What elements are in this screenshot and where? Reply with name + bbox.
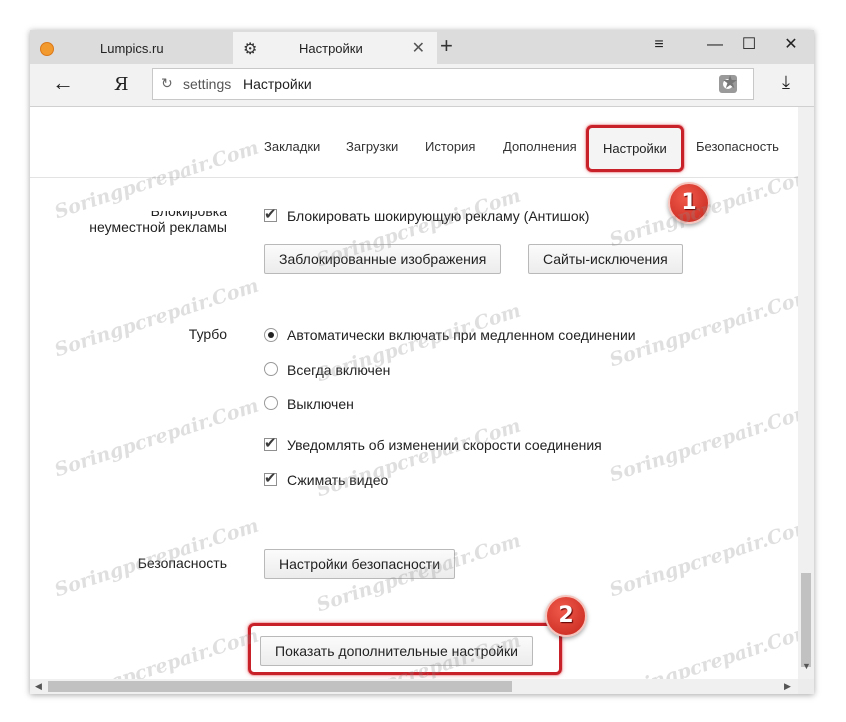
- watermark: Soringpcrepair.Com: [51, 274, 262, 362]
- ads-block-label-line2: неуместной рекламы: [89, 219, 227, 235]
- gear-icon: ⚙: [243, 41, 258, 58]
- tab-title: Lumpics.ru: [100, 41, 164, 56]
- scroll-right-arrow-icon[interactable]: ▶: [784, 681, 791, 692]
- minimize-button[interactable]: —: [702, 34, 728, 56]
- antishock-label: Блокировать шокирующую рекламу (Антишок): [287, 208, 590, 224]
- scroll-down-arrow-icon[interactable]: ▼: [802, 661, 811, 671]
- security-label: Безопасность: [137, 555, 227, 571]
- turbo-always-radio[interactable]: [264, 362, 278, 376]
- compress-video-label: Сжимать видео: [287, 472, 389, 488]
- show-advanced-settings-button[interactable]: Показать дополнительные настройки: [260, 636, 533, 666]
- compress-video-checkbox[interactable]: [264, 469, 277, 487]
- turbo-always-label: Всегда включен: [287, 362, 391, 378]
- tab-security[interactable]: Безопасность: [696, 139, 779, 154]
- tab-settings[interactable]: ⚙ Настройки ✕: [233, 32, 437, 64]
- tab-bookmarks[interactable]: Закладки: [264, 139, 320, 154]
- address-bar[interactable]: ↻ settings Настройки: [152, 68, 754, 100]
- turbo-off-label: Выключен: [287, 396, 354, 412]
- tab-bar: Lumpics.ru ⚙ Настройки ✕ + ≡ — ☐ ✕: [30, 30, 814, 64]
- settings-page: Закладки Загрузки История Дополнения Нас…: [30, 107, 798, 679]
- watermark: Soringpcrepair.Com: [51, 394, 262, 482]
- settings-tabs: Закладки Загрузки История Дополнения Нас…: [30, 107, 798, 178]
- horizontal-scrollbar[interactable]: ◀ ▶: [30, 679, 798, 694]
- watermark: Soringpcrepair.Com: [606, 619, 798, 679]
- download-icon[interactable]: ⤓: [782, 72, 790, 93]
- vertical-scrollbar[interactable]: ▼: [798, 107, 814, 679]
- back-arrow-icon[interactable]: ←: [52, 70, 74, 96]
- close-tab-icon[interactable]: ✕: [412, 38, 425, 58]
- tab-history[interactable]: История: [425, 139, 475, 154]
- navigation-bar: ← Я ↻ settings Настройки ★ ⤓: [30, 64, 814, 107]
- bookmark-star-icon[interactable]: ★: [722, 72, 738, 93]
- vertical-scroll-thumb[interactable]: [801, 573, 811, 667]
- turbo-label: Турбо: [188, 326, 227, 342]
- turbo-auto-label: Автоматически включать при медленном сое…: [287, 327, 636, 343]
- step-badge-2: 2: [545, 595, 587, 637]
- tab-extensions[interactable]: Дополнения: [503, 139, 577, 154]
- orange-favicon-icon: [40, 42, 54, 56]
- browser-window: Lumpics.ru ⚙ Настройки ✕ + ≡ — ☐ ✕ ← Я ↻…: [30, 30, 814, 694]
- tab-title: Настройки: [299, 41, 363, 56]
- watermark: Soringpcrepair.Com: [606, 514, 798, 602]
- tab-downloads[interactable]: Загрузки: [346, 139, 398, 154]
- menu-icon[interactable]: ≡: [646, 34, 672, 56]
- scroll-left-arrow-icon[interactable]: ◀: [35, 681, 42, 692]
- address-page-title: Настройки: [243, 76, 312, 92]
- notify-speed-label: Уведомлять об изменении скорости соедине…: [287, 437, 602, 453]
- yandex-logo-button[interactable]: Я: [114, 74, 129, 95]
- blocked-images-button[interactable]: Заблокированные изображения: [264, 244, 502, 274]
- close-window-button[interactable]: ✕: [778, 34, 804, 56]
- site-exceptions-button[interactable]: Сайты-исключения: [528, 244, 683, 274]
- horizontal-scroll-thumb[interactable]: [48, 681, 512, 692]
- maximize-button[interactable]: ☐: [736, 34, 762, 56]
- step-badge-1: 1: [668, 182, 710, 224]
- ads-block-label-line1: Блокировка: [150, 203, 227, 219]
- watermark: Soringpcrepair.Com: [51, 624, 262, 679]
- turbo-off-radio[interactable]: [264, 396, 278, 410]
- new-tab-button[interactable]: +: [440, 32, 453, 60]
- tab-lumpics[interactable]: Lumpics.ru: [30, 32, 230, 64]
- turbo-auto-radio[interactable]: [264, 328, 278, 342]
- address-url: settings: [183, 76, 232, 92]
- watermark: Soringpcrepair.Com: [313, 414, 524, 502]
- reload-icon[interactable]: ↻: [161, 75, 173, 92]
- antishock-checkbox[interactable]: [264, 205, 277, 223]
- watermark: Soringpcrepair.Com: [606, 399, 798, 487]
- security-settings-button[interactable]: Настройки безопасности: [264, 549, 456, 579]
- notify-speed-checkbox[interactable]: [264, 434, 277, 452]
- tab-settings-active[interactable]: Настройки: [586, 125, 684, 172]
